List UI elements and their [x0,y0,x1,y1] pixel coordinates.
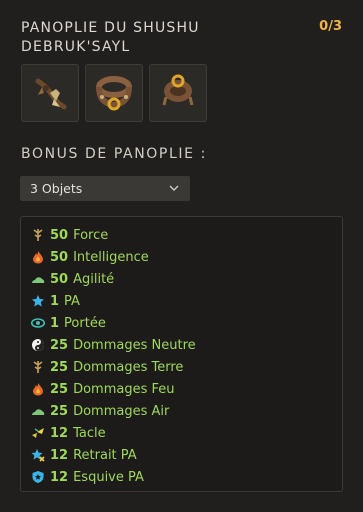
ap-reduction-icon [31,448,45,462]
air-icon [31,404,45,418]
set-items [21,64,207,122]
bonus-row: 1 PA [31,290,342,312]
item-slot-ring-belt[interactable] [85,64,143,122]
ring-belt-alt-icon [162,74,194,106]
set-header: PANOPLIE DU SHUSHU DEBRUK'SAYL 0/3 [21,19,342,57]
select-value: 3 Objets [30,181,83,196]
pa-icon [31,294,45,308]
bonus-row: 25 Dommages Neutre [31,334,342,356]
earth-icon [31,360,45,374]
bonus-title: BONUS DE PANOPLIE : [21,146,207,162]
chevron-down-icon [169,185,179,191]
bonus-row: 25 Dommages Feu [31,378,342,400]
set-count: 0/3 [319,19,342,34]
tackle-icon [31,426,45,440]
bonus-list: 50 Force 50 Intelligence 50 Agilité 1 PA… [20,216,343,492]
bonus-row: 25 Dommages Air [31,400,342,422]
bonus-row: 12 Tacle [31,422,342,444]
item-slot-feather[interactable] [21,64,79,122]
agility-icon [31,272,45,286]
ap-dodge-icon [31,470,45,484]
bonus-row: 50 Force [31,224,342,246]
ring-belt-icon [96,76,132,111]
bonus-item-count-select[interactable]: 3 Objets [20,176,190,201]
set-title: PANOPLIE DU SHUSHU DEBRUK'SAYL [21,20,200,55]
bonus-row: 12 Retrait PA [31,444,342,466]
bonus-row: 50 Agilité [31,268,342,290]
bonus-row: 1 Portée [31,312,342,334]
item-slot-ring-belt-2[interactable] [149,64,207,122]
neutral-icon [31,338,45,352]
range-icon [31,316,45,330]
feather-trinket-icon [35,78,67,110]
force-icon [31,228,45,242]
bonus-row: 50 Intelligence [31,246,342,268]
bonus-row: 12 Esquive PA [31,466,342,488]
fire-icon [31,382,45,396]
bonus-row: 25 Dommages Terre [31,356,342,378]
intelligence-icon [31,250,45,264]
